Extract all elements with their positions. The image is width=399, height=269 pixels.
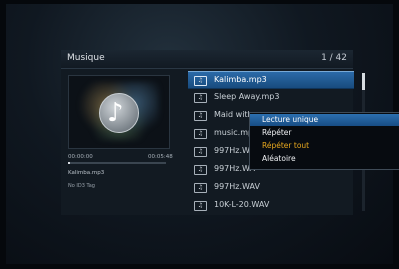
header-bar: Musique 1 / 42 xyxy=(61,50,353,69)
menu-item-single-play[interactable]: Lecture unique xyxy=(250,114,399,126)
file-row-1[interactable]: ♫ Sleep Away.mp3 xyxy=(188,89,354,107)
menu-item-shuffle[interactable]: Aléatoire xyxy=(250,153,399,165)
menu-item-repeat-all[interactable]: Répéter tout xyxy=(250,140,399,152)
progress-fill xyxy=(68,162,70,164)
file-name: 10K-L-20.WAV xyxy=(214,200,270,209)
now-playing-title: Kalimba.mp3 xyxy=(68,170,105,176)
menu-item-repeat[interactable]: Répéter xyxy=(250,127,399,139)
file-row-6[interactable]: ♫ 997Hz.WAV xyxy=(188,179,354,197)
album-art-preview: ♪ xyxy=(68,75,170,149)
file-name: Sleep Away.mp3 xyxy=(214,92,280,101)
file-row-0[interactable]: ♫ Kalimba.mp3 xyxy=(188,71,354,89)
total-time: 00:05:48 xyxy=(148,154,173,160)
music-file-icon: ♫ xyxy=(194,129,207,139)
page-title: Musique xyxy=(67,53,105,63)
scrollbar-thumb[interactable] xyxy=(362,73,365,90)
id3-tag-info: No ID3 Tag xyxy=(68,183,95,189)
music-file-icon: ♫ xyxy=(194,183,207,193)
music-file-icon: ♫ xyxy=(194,147,207,157)
file-row-7[interactable]: ♫ 10K-L-20.WAV xyxy=(188,197,354,215)
music-file-icon: ♫ xyxy=(194,93,207,103)
music-file-icon: ♫ xyxy=(194,76,207,86)
music-file-icon: ♫ xyxy=(194,201,207,211)
elapsed-time: 00:00:00 xyxy=(68,154,93,160)
file-name: 997Hz.WAV xyxy=(214,182,260,191)
file-name: Kalimba.mp3 xyxy=(214,75,267,84)
progress-bar xyxy=(68,162,166,164)
repeat-mode-menu: Lecture unique Répéter Répéter tout Aléa… xyxy=(249,112,399,170)
file-name: Maid with xyxy=(214,110,253,119)
music-file-icon: ♫ xyxy=(194,165,207,175)
music-note-icon: ♪ xyxy=(99,93,139,133)
music-file-icon: ♫ xyxy=(194,111,207,121)
page-counter: 1 / 42 xyxy=(321,53,347,63)
